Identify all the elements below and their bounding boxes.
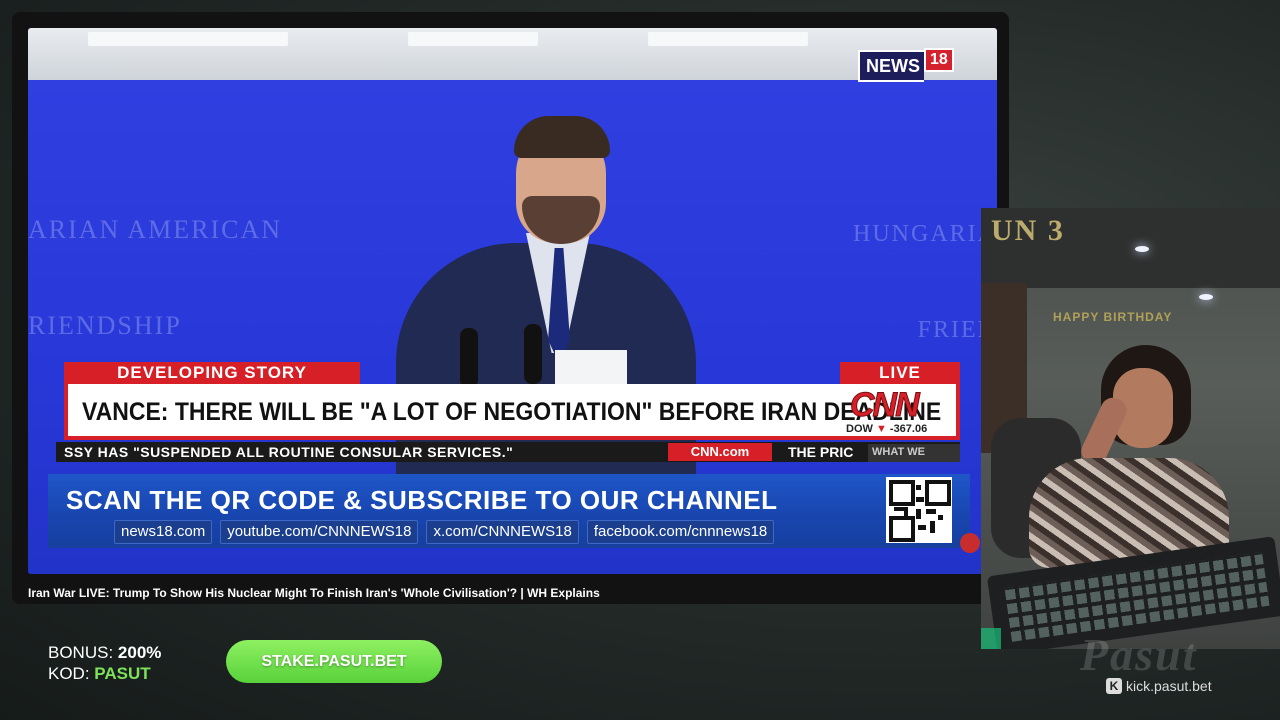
live-badge-icon (960, 533, 980, 553)
ceiling-light (408, 32, 538, 46)
ticker-site-label: CNN.com (668, 443, 772, 461)
webcam-sign: UN 3 (991, 214, 1065, 247)
live-label: LIVE (840, 362, 960, 384)
cnn-logo: CNN (850, 386, 921, 424)
ceiling (28, 28, 997, 80)
down-arrow-icon: ▼ (875, 423, 887, 435)
kick-link-text: kick.pasut.bet (1126, 678, 1212, 694)
ceiling-light-icon (1135, 246, 1149, 252)
link-facebook: facebook.com/cnnnews18 (586, 520, 775, 544)
ticker-next-text: THE PRIC (788, 444, 854, 460)
webcam-banner: HAPPY BIRTHDAY (1053, 310, 1173, 324)
microphone (524, 324, 542, 384)
chyron-headline: VANCE: THERE WILL BE "A LOT OF NEGOTIATI… (82, 398, 942, 426)
stake-link-button[interactable]: STAKE.PASUT.BET (226, 640, 442, 683)
dow-label: DOW (846, 423, 873, 435)
video-frame[interactable]: ARIAN AMERICAN RIENDSHIP HUNGARIA FRIEN … (28, 28, 997, 574)
what-we-know-label: WHAT WE KNOW (868, 444, 960, 462)
microphone (460, 328, 478, 388)
dow-value: -367.06 (889, 423, 928, 435)
news-ticker: SSY HAS "SUSPENDED ALL ROUTINE CONSULAR … (56, 442, 960, 462)
link-youtube: youtube.com/CNNNEWS18 (220, 520, 419, 544)
speech-paper (555, 350, 627, 386)
ceiling-light (88, 32, 288, 46)
speaker-hair (514, 116, 610, 158)
ticker-text: SSY HAS "SUSPENDED ALL ROUTINE CONSULAR … (64, 444, 514, 460)
webcam-feed: UN 3 HAPPY BIRTHDAY (981, 208, 1280, 649)
qr-code-icon (886, 477, 952, 543)
subscribe-links: news18.com youtube.com/CNNNEWS18 x.com/C… (114, 520, 775, 544)
rgb-light (981, 628, 1001, 649)
news18-logo-text: NEWS (858, 50, 924, 82)
video-title[interactable]: Iran War LIVE: Trump To Show His Nuclear… (28, 584, 600, 602)
kick-icon: K (1106, 678, 1122, 694)
kick-link[interactable]: K kick.pasut.bet (1106, 678, 1212, 694)
ceiling-light-icon (1199, 294, 1213, 300)
news18-logo-number: 18 (924, 48, 954, 72)
link-news18: news18.com (114, 520, 213, 544)
subscribe-title: SCAN THE QR CODE & SUBSCRIBE TO OUR CHAN… (66, 485, 778, 515)
brand-signature: Pasut (1080, 629, 1198, 680)
kod-line: KOD: PASUT (48, 664, 151, 684)
bonus-label: BONUS: (48, 643, 114, 662)
news18-logo: NEWS 18 (858, 48, 954, 82)
link-x: x.com/CNNNEWS18 (426, 520, 579, 544)
bonus-line: BONUS: 200% (48, 643, 161, 663)
developing-story-label: DEVELOPING STORY (64, 362, 360, 384)
kod-value: PASUT (94, 664, 151, 683)
ceiling-light (648, 32, 808, 46)
kod-label: KOD: (48, 664, 90, 683)
dow-ticker: DOW ▼ -367.06 (846, 423, 927, 435)
bonus-value: 200% (117, 643, 162, 662)
